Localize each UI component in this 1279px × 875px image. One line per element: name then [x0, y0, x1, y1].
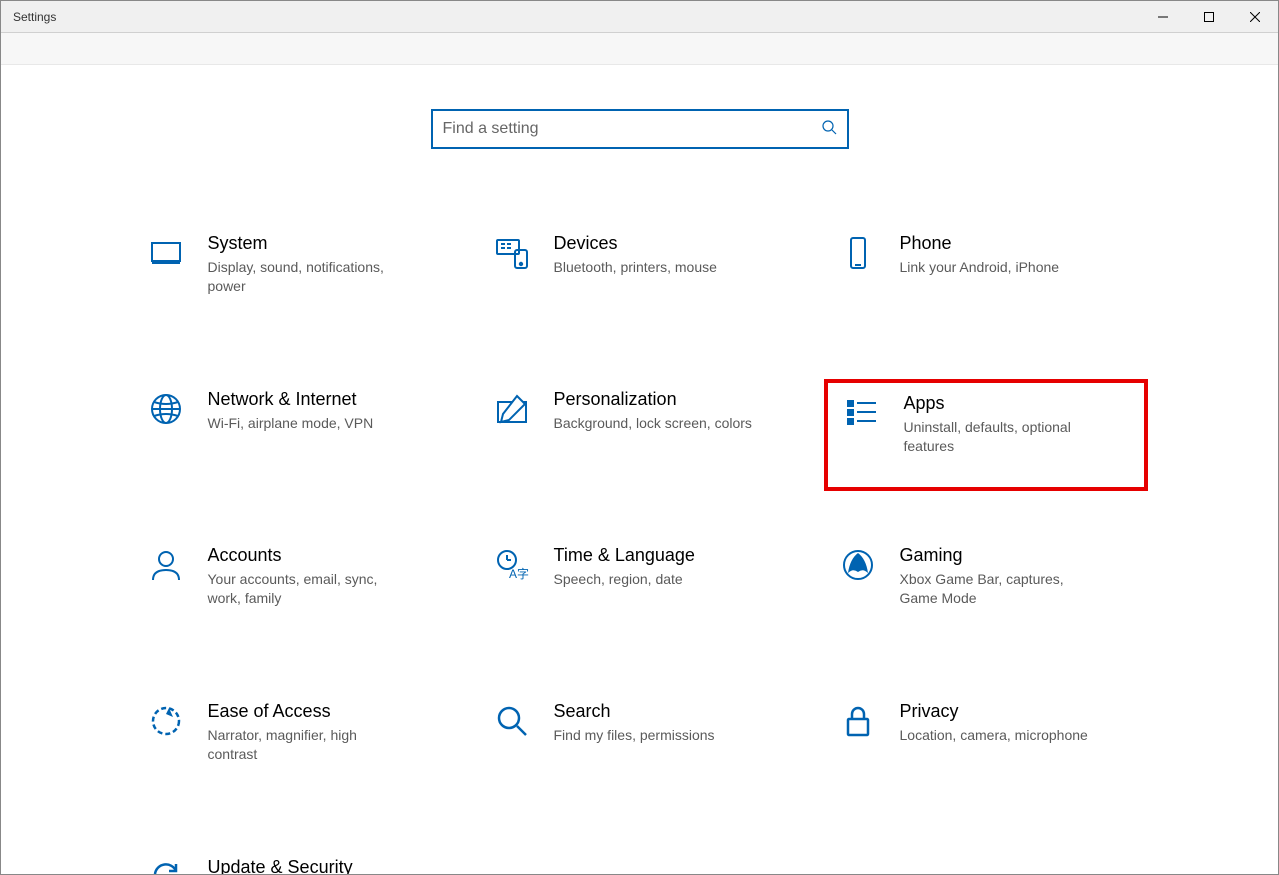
titlebar: Settings — [1, 1, 1278, 33]
tile-apps[interactable]: Apps Uninstall, defaults, optional featu… — [824, 379, 1148, 491]
svg-text:A字: A字 — [509, 566, 529, 581]
tile-personalization[interactable]: Personalization Background, lock screen,… — [478, 379, 802, 491]
maximize-button[interactable] — [1186, 1, 1232, 32]
tile-ease[interactable]: Ease of Access Narrator, magnifier, high… — [132, 691, 456, 803]
tile-accounts[interactable]: Accounts Your accounts, email, sync, wor… — [132, 535, 456, 647]
close-button[interactable] — [1232, 1, 1278, 32]
tile-title: Network & Internet — [208, 389, 374, 410]
tile-title: Privacy — [900, 701, 1088, 722]
tile-desc: Background, lock screen, colors — [554, 414, 752, 433]
tile-desc: Display, sound, notifications, power — [208, 258, 408, 296]
tile-title: Accounts — [208, 545, 408, 566]
search-box[interactable] — [431, 109, 849, 149]
tile-title: Phone — [900, 233, 1060, 254]
tile-desc: Xbox Game Bar, captures, Game Mode — [900, 570, 1100, 608]
tile-phone[interactable]: Phone Link your Android, iPhone — [824, 223, 1148, 335]
tile-search[interactable]: Search Find my files, permissions — [478, 691, 802, 803]
search-category-icon — [492, 701, 532, 741]
tile-title: Personalization — [554, 389, 752, 410]
tile-system[interactable]: System Display, sound, notifications, po… — [132, 223, 456, 335]
devices-icon — [492, 233, 532, 273]
tile-title: Devices — [554, 233, 717, 254]
window-controls — [1140, 1, 1278, 32]
phone-icon — [838, 233, 878, 273]
tile-time[interactable]: A字 Time & Language Speech, region, date — [478, 535, 802, 647]
tile-privacy[interactable]: Privacy Location, camera, microphone — [824, 691, 1148, 803]
tile-devices[interactable]: Devices Bluetooth, printers, mouse — [478, 223, 802, 335]
tile-desc: Bluetooth, printers, mouse — [554, 258, 717, 277]
tile-network[interactable]: Network & Internet Wi-Fi, airplane mode,… — [132, 379, 456, 491]
tile-title: Ease of Access — [208, 701, 408, 722]
tile-title: Search — [554, 701, 715, 722]
tile-title: Gaming — [900, 545, 1100, 566]
update-security-icon — [146, 857, 186, 874]
person-icon — [146, 545, 186, 585]
content-area: System Display, sound, notifications, po… — [1, 65, 1278, 874]
gaming-icon — [838, 545, 878, 585]
tile-desc: Narrator, magnifier, high contrast — [208, 726, 408, 764]
minimize-button[interactable] — [1140, 1, 1186, 32]
search-icon — [821, 119, 837, 140]
tile-gaming[interactable]: Gaming Xbox Game Bar, captures, Game Mod… — [824, 535, 1148, 647]
tile-title: Update & Security — [208, 857, 408, 874]
apps-icon — [842, 393, 882, 433]
globe-icon — [146, 389, 186, 429]
tile-title: System — [208, 233, 408, 254]
tile-desc: Link your Android, iPhone — [900, 258, 1060, 277]
settings-grid: System Display, sound, notifications, po… — [132, 223, 1148, 874]
tile-title: Time & Language — [554, 545, 695, 566]
privacy-icon — [838, 701, 878, 741]
subheader — [1, 33, 1278, 65]
tile-desc: Wi-Fi, airplane mode, VPN — [208, 414, 374, 433]
tile-desc: Uninstall, defaults, optional features — [904, 418, 1104, 456]
ease-of-access-icon — [146, 701, 186, 741]
tile-desc: Location, camera, microphone — [900, 726, 1088, 745]
tile-update[interactable]: Update & Security Windows Update, recove… — [132, 847, 456, 874]
tile-desc: Your accounts, email, sync, work, family — [208, 570, 408, 608]
search-input[interactable] — [443, 120, 821, 138]
tile-desc: Find my files, permissions — [554, 726, 715, 745]
personalization-icon — [492, 389, 532, 429]
tile-title: Apps — [904, 393, 1104, 414]
system-icon — [146, 233, 186, 273]
window-title: Settings — [13, 10, 56, 24]
tile-desc: Speech, region, date — [554, 570, 695, 589]
time-language-icon: A字 — [492, 545, 532, 585]
